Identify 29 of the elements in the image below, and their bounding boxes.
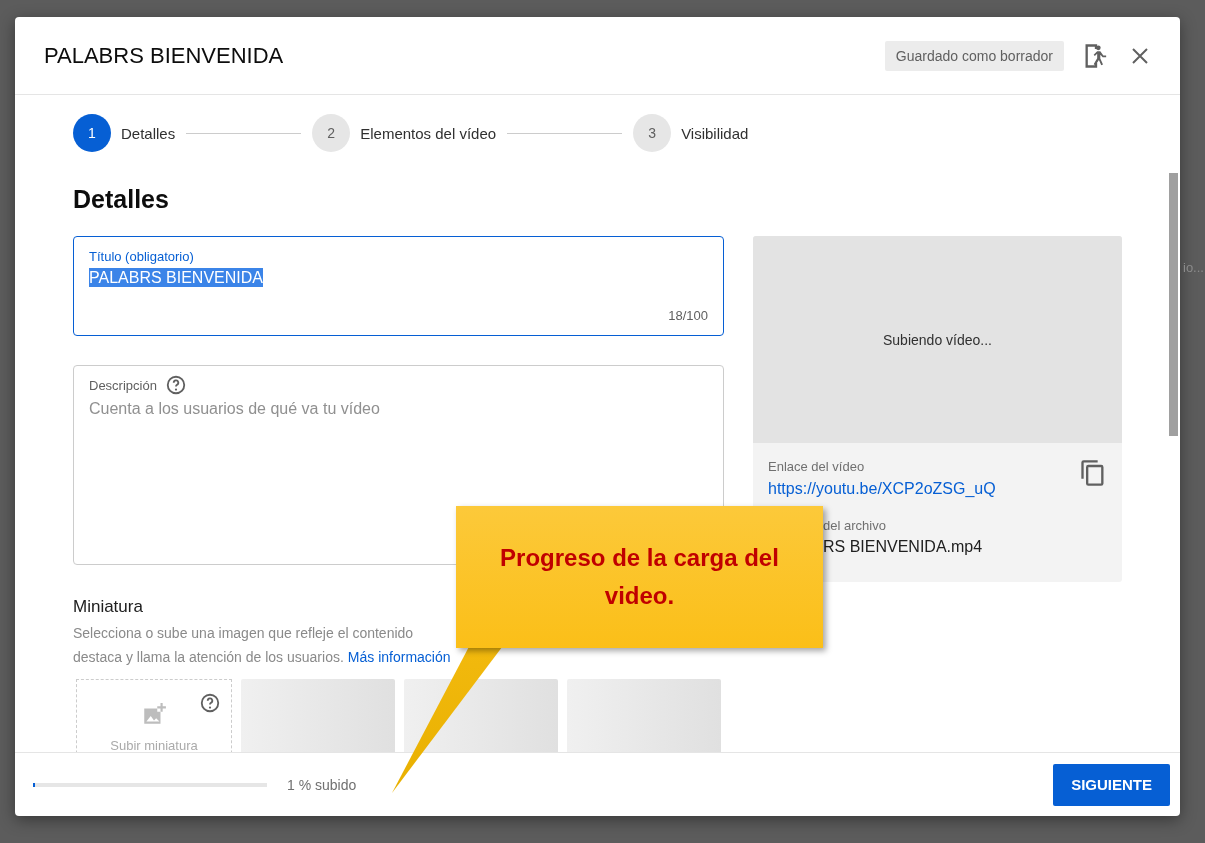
save-status-badge: Guardado como borrador [884,40,1064,71]
background-text: io... [1183,260,1204,275]
character-counter: 18/100 [668,308,708,323]
copy-icon [1079,459,1107,487]
next-button[interactable]: SIGUIENTE [1053,763,1170,806]
file-name-label: del archivo [823,518,887,533]
field-label: Título (obligatorio) [89,249,195,264]
step-tab[interactable]: 3 Visibilidad [633,114,749,152]
field-value: PALABRS BIENVENIDA [89,268,263,287]
upload-progress-text: 1 % subido [287,776,357,793]
title-field[interactable]: Título (obligatorio) PALABRS BIENVENIDA 18/100 [73,236,724,336]
step-tab[interactable]: 2 Elementos del vídeo [312,114,497,152]
help-icon [164,374,187,396]
more-info-link[interactable]: Más información [347,649,451,665]
file-name: RS BIENVENIDA.mp4 [823,538,984,556]
video-link[interactable]: https://youtu.be/XCP2oZSG_uQ [768,480,996,498]
dialog-title: PALABRS BIENVENIDA [44,42,284,69]
help-icon [199,692,221,714]
scrollbar-thumb[interactable] [1169,173,1178,436]
field-label: Descripción [89,377,157,393]
thumbnail-description: Selecciona o sube una imagen que refleje el contenido [73,624,415,643]
step-tab[interactable]: 1 Detalles [73,114,176,152]
upload-status-text: Subiendo vídeo... [883,331,992,348]
copy-button[interactable] [1079,459,1107,487]
thumbnail-description: destaca y llama la atención de los usuarios. [73,648,344,667]
thumbnail-heading: Miniatura [73,597,144,617]
section-heading: Detalles [73,185,170,214]
video-link-label: Enlace del vídeo [768,459,866,474]
field-placeholder: Cuenta a los usuarios de qué va tu vídeo [89,400,381,418]
